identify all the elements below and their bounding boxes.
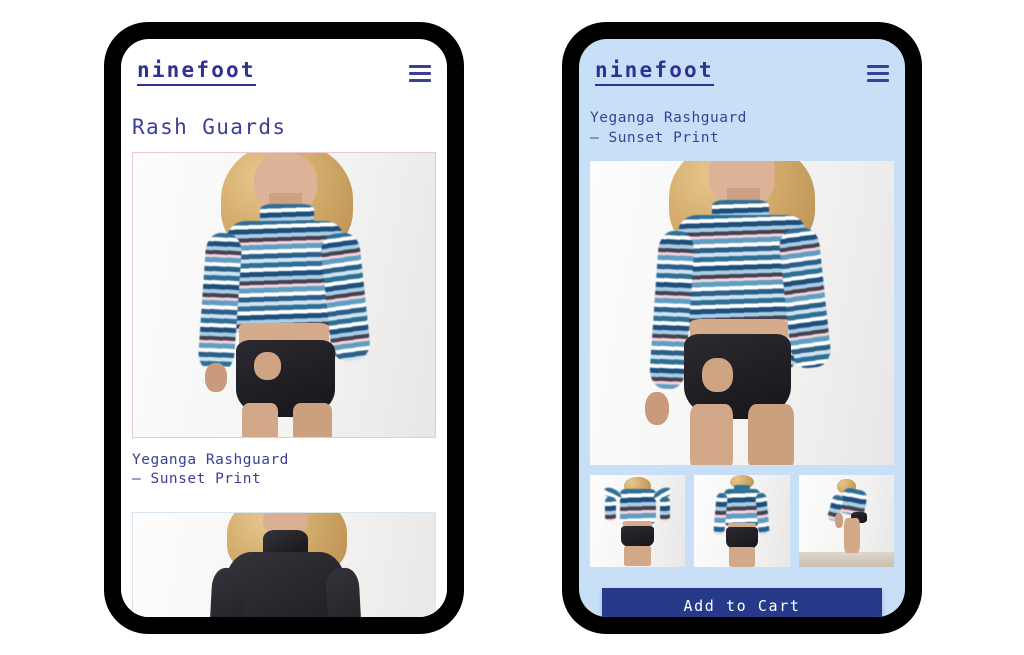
model-right-leg bbox=[748, 403, 794, 465]
page-title: Rash Guards bbox=[132, 115, 287, 139]
garment-left-sleeve bbox=[605, 496, 616, 521]
thumbnail-1[interactable] bbox=[590, 474, 686, 567]
listing-screen: ninefoot Rash Guards Yeganga Rashguard –… bbox=[121, 39, 447, 617]
thumbnail-2[interactable] bbox=[694, 474, 790, 567]
model-left-leg bbox=[241, 402, 278, 437]
model-right-hand bbox=[253, 351, 281, 381]
garment-torso bbox=[619, 489, 656, 525]
listing-body: Rash Guards Yeganga Rashguard – Sunset P… bbox=[121, 91, 447, 617]
phone-mockup-detail: ninefoot Yeganga Rashguard – Sunset Prin… bbox=[562, 22, 922, 634]
model-right-hand bbox=[702, 358, 733, 392]
product-title: Yeganga Rashguard – Sunset Print bbox=[590, 110, 747, 146]
hamburger-bar-2 bbox=[867, 71, 889, 75]
model-left-leg bbox=[690, 403, 733, 465]
model-right-leg bbox=[293, 402, 333, 437]
hamburger-bar-2 bbox=[409, 71, 431, 75]
model-legs-side bbox=[844, 517, 860, 553]
brand-logo[interactable]: ninefoot bbox=[137, 60, 256, 86]
model-left-hand bbox=[205, 363, 227, 392]
thumbnail-gallery bbox=[590, 474, 894, 567]
hamburger-bar-1 bbox=[867, 64, 889, 68]
thumbnail-3[interactable] bbox=[798, 474, 894, 567]
hamburger-bar-3 bbox=[867, 78, 889, 82]
model-legs bbox=[624, 545, 651, 566]
model-legs bbox=[728, 547, 756, 567]
photo-floor bbox=[798, 552, 894, 567]
hero-product-image[interactable] bbox=[590, 160, 894, 465]
hamburger-menu-icon[interactable] bbox=[867, 64, 889, 82]
brand-logo[interactable]: ninefoot bbox=[595, 60, 714, 86]
hamburger-bar-1 bbox=[409, 64, 431, 68]
app-header-detail: ninefoot bbox=[579, 39, 905, 91]
product-image-rashguard-print[interactable] bbox=[132, 152, 436, 438]
product-card[interactable]: Yeganga Rashguard – Sunset Print bbox=[132, 152, 436, 490]
garment-torso bbox=[723, 489, 761, 527]
product-image-black-rashguard[interactable] bbox=[132, 511, 436, 617]
garment-right-sleeve bbox=[659, 496, 671, 521]
detail-body: Yeganga Rashguard – Sunset Print Add to … bbox=[579, 109, 905, 617]
detail-screen: ninefoot Yeganga Rashguard – Sunset Prin… bbox=[579, 39, 905, 617]
model-left-hand bbox=[644, 391, 670, 426]
phone-mockup-listing: ninefoot Rash Guards Yeganga Rashguard –… bbox=[104, 22, 464, 634]
model-arm-side bbox=[834, 513, 844, 529]
product-name: Yeganga Rashguard – Sunset Print bbox=[132, 452, 289, 488]
app-header-listing: ninefoot bbox=[121, 39, 447, 91]
product-card[interactable] bbox=[132, 511, 436, 617]
add-to-cart-button[interactable]: Add to Cart bbox=[602, 587, 882, 617]
hamburger-bar-3 bbox=[409, 78, 431, 82]
hamburger-menu-icon[interactable] bbox=[409, 64, 431, 82]
